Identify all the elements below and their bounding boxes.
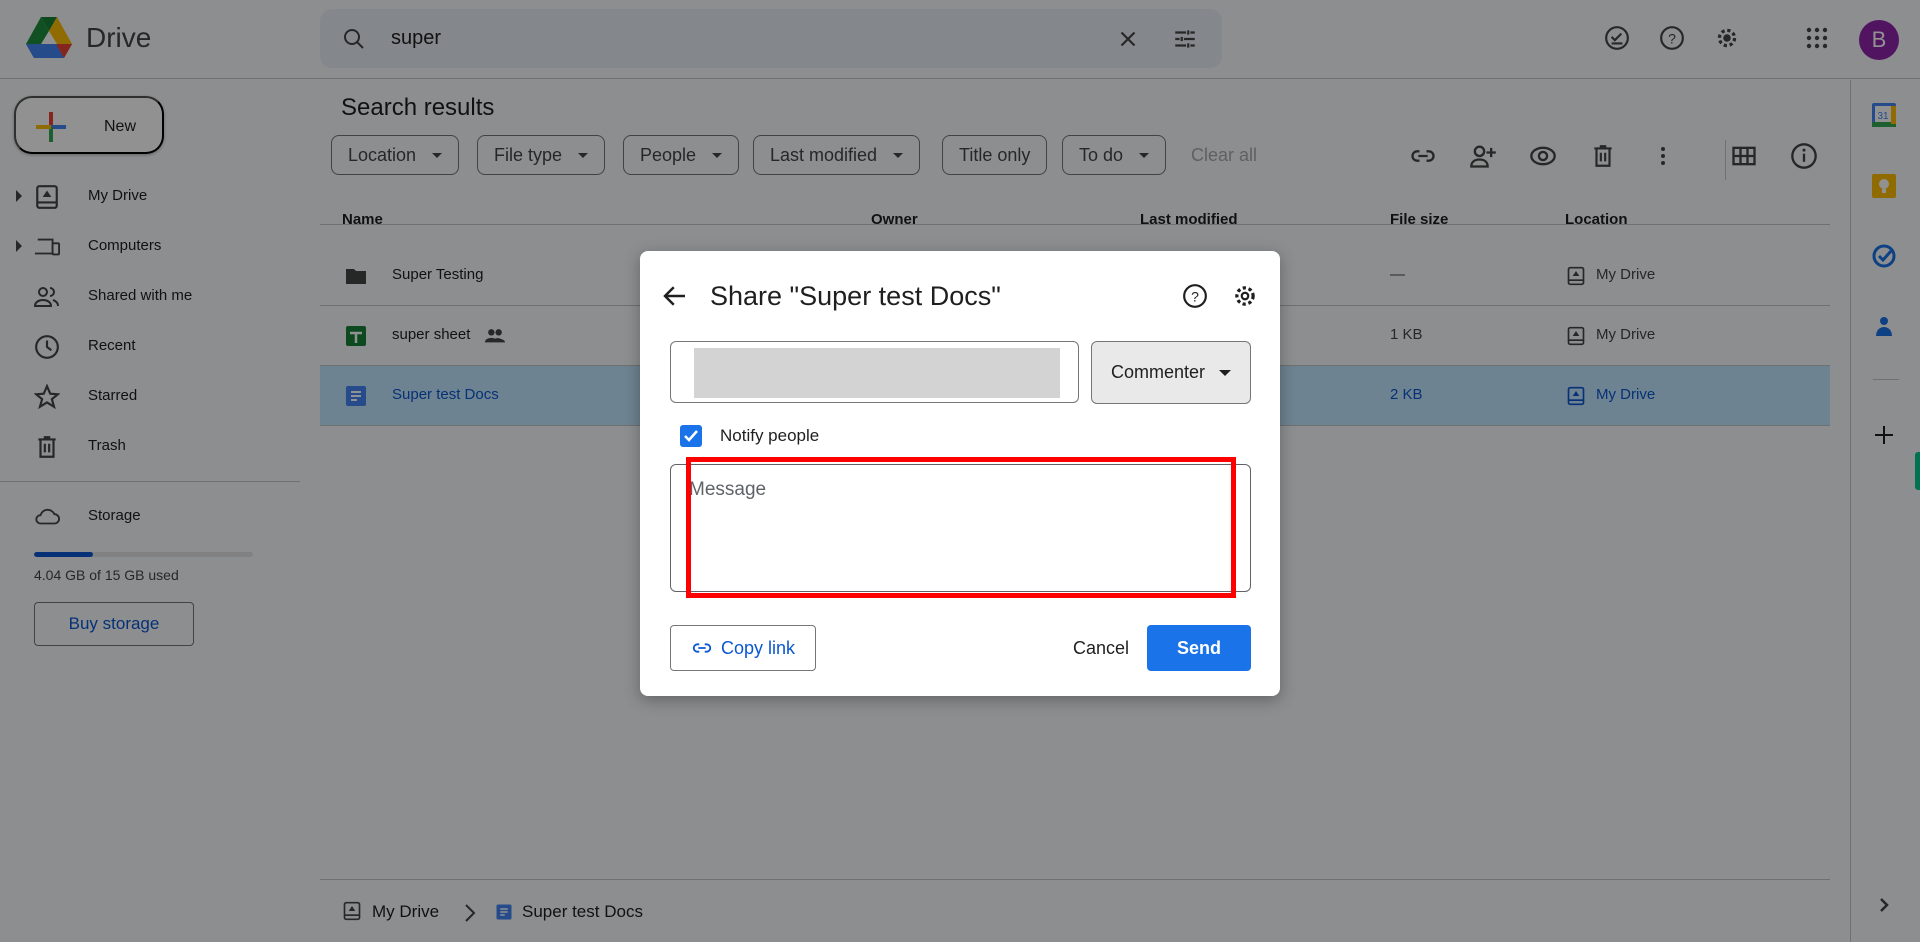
send-button[interactable]: Send bbox=[1147, 625, 1251, 671]
notify-people-label[interactable]: Notify people bbox=[720, 426, 819, 446]
message-textarea[interactable] bbox=[670, 464, 1251, 592]
copy-link-button[interactable]: Copy link bbox=[670, 625, 816, 671]
checkmark-icon bbox=[684, 430, 698, 442]
redacted-recipient bbox=[694, 348, 1060, 398]
dialog-title: Share "Super test Docs" bbox=[710, 281, 1001, 311]
notify-people-checkbox[interactable] bbox=[680, 425, 702, 447]
dropdown-arrow-icon bbox=[1219, 369, 1232, 376]
back-arrow-icon[interactable] bbox=[660, 281, 690, 311]
settings-icon[interactable] bbox=[1232, 283, 1258, 309]
link-icon bbox=[692, 643, 712, 653]
cancel-button[interactable]: Cancel bbox=[1058, 625, 1144, 671]
share-dialog: Share "Super test Docs" ? Commenter Noti… bbox=[640, 251, 1280, 696]
copy-link-label: Copy link bbox=[720, 637, 796, 658]
people-input-field[interactable] bbox=[670, 341, 1079, 403]
role-dropdown[interactable]: Commenter bbox=[1091, 341, 1251, 404]
help-icon[interactable]: ? bbox=[1182, 283, 1208, 309]
role-label: Commenter bbox=[1110, 362, 1206, 382]
svg-text:?: ? bbox=[1191, 288, 1199, 304]
